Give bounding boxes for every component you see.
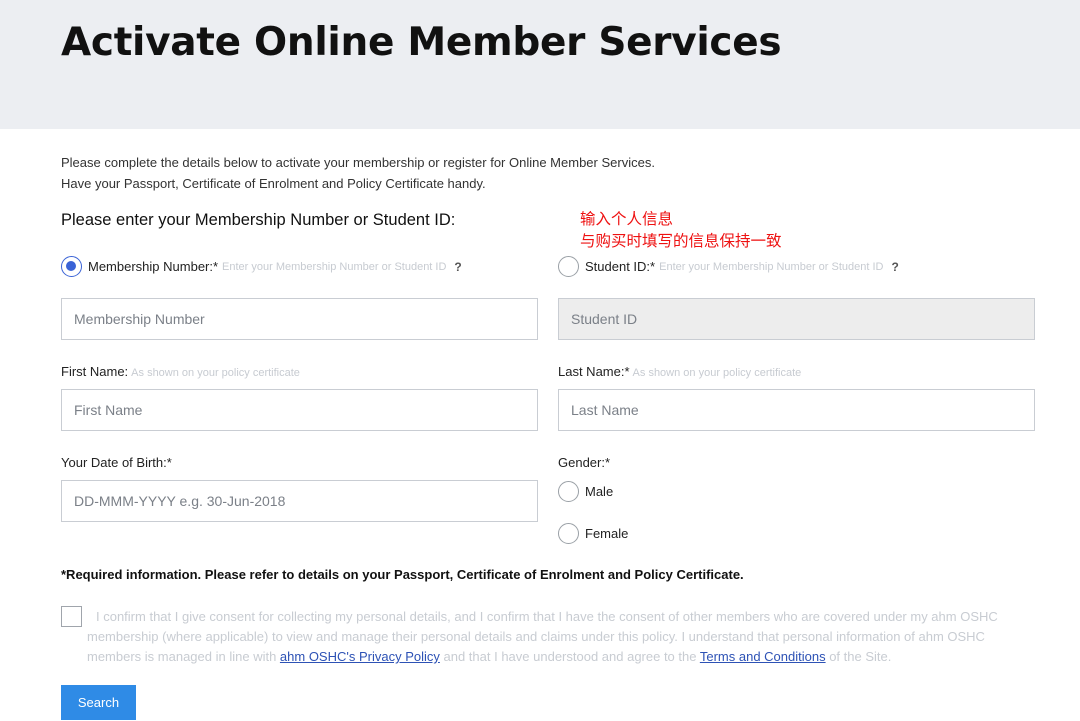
first-name-input[interactable]: First Name xyxy=(61,389,538,431)
first-name-label: First Name: As shown on your policy certi… xyxy=(61,364,300,379)
last-name-label: Last Name:* As shown on your policy certi… xyxy=(558,364,801,379)
membership-number-radio[interactable] xyxy=(61,256,82,277)
intro-line-1: Please complete the details below to act… xyxy=(61,155,655,170)
consent-checkbox[interactable] xyxy=(61,606,82,627)
first-name-label-text: First Name: xyxy=(61,364,129,379)
search-button[interactable]: Search xyxy=(61,685,136,720)
student-id-hint: Enter your Membership Number or Student … xyxy=(659,260,884,273)
terms-link[interactable]: Terms and Conditions xyxy=(700,649,826,664)
last-name-placeholder: Last Name xyxy=(571,402,639,418)
dob-placeholder: DD-MMM-YYYY e.g. 30-Jun-2018 xyxy=(74,493,286,509)
membership-number-placeholder: Membership Number xyxy=(74,311,205,327)
first-name-hint: As shown on your policy certificate xyxy=(131,367,300,379)
last-name-input[interactable]: Last Name xyxy=(558,389,1035,431)
help-icon[interactable]: ? xyxy=(454,260,461,274)
gender-option-male[interactable]: Male xyxy=(558,481,613,502)
gender-option-female[interactable]: Female xyxy=(558,523,628,544)
page-title: Activate Online Member Services xyxy=(61,20,782,65)
student-id-label: Student ID:* xyxy=(585,259,656,274)
last-name-hint: As shown on your policy certificate xyxy=(632,367,802,379)
student-id-option[interactable]: Student ID:* Enter your Membership Numbe… xyxy=(558,256,899,277)
privacy-policy-link[interactable]: ahm OSHC's Privacy Policy xyxy=(280,649,440,664)
consent-text-middle: and that I have understood and agree to … xyxy=(439,649,700,664)
page-header: Activate Online Member Services xyxy=(0,0,1080,129)
membership-number-hint: Enter your Membership Number or Student … xyxy=(222,260,447,273)
last-name-label-text: Last Name:* xyxy=(558,364,630,379)
help-icon[interactable]: ? xyxy=(891,260,898,274)
student-id-placeholder: Student ID xyxy=(571,311,638,327)
gender-label: Gender:* xyxy=(558,455,611,470)
membership-number-input[interactable]: Membership Number xyxy=(61,298,538,340)
required-info-note: *Required information. Please refer to d… xyxy=(61,567,744,582)
membership-number-label: Membership Number:* xyxy=(88,259,219,274)
gender-female-radio[interactable] xyxy=(558,523,579,544)
section-title: Please enter your Membership Number or S… xyxy=(61,211,456,229)
dob-input[interactable]: DD-MMM-YYYY e.g. 30-Jun-2018 xyxy=(61,480,538,522)
annotation-line-2: 与购买时填写的信息保持一致 xyxy=(580,232,782,250)
gender-male-radio[interactable] xyxy=(558,481,579,502)
consent-text: I confirm that I give consent for collec… xyxy=(87,607,1027,667)
consent-text-after: of the Site. xyxy=(825,649,892,664)
gender-male-label: Male xyxy=(585,484,614,499)
student-id-input: Student ID xyxy=(558,298,1035,340)
dob-label: Your Date of Birth:* xyxy=(61,455,172,470)
annotation-line-1: 输入个人信息 xyxy=(580,210,674,228)
intro-text: Please complete the details below to act… xyxy=(61,152,655,194)
first-name-placeholder: First Name xyxy=(74,402,143,418)
membership-number-option[interactable]: Membership Number:* Enter your Membershi… xyxy=(61,256,462,277)
student-id-radio[interactable] xyxy=(558,256,579,277)
gender-female-label: Female xyxy=(585,526,629,541)
intro-line-2: Have your Passport, Certificate of Enrol… xyxy=(61,176,486,191)
red-annotation: 输入个人信息 与购买时填写的信息保持一致 xyxy=(580,208,782,252)
